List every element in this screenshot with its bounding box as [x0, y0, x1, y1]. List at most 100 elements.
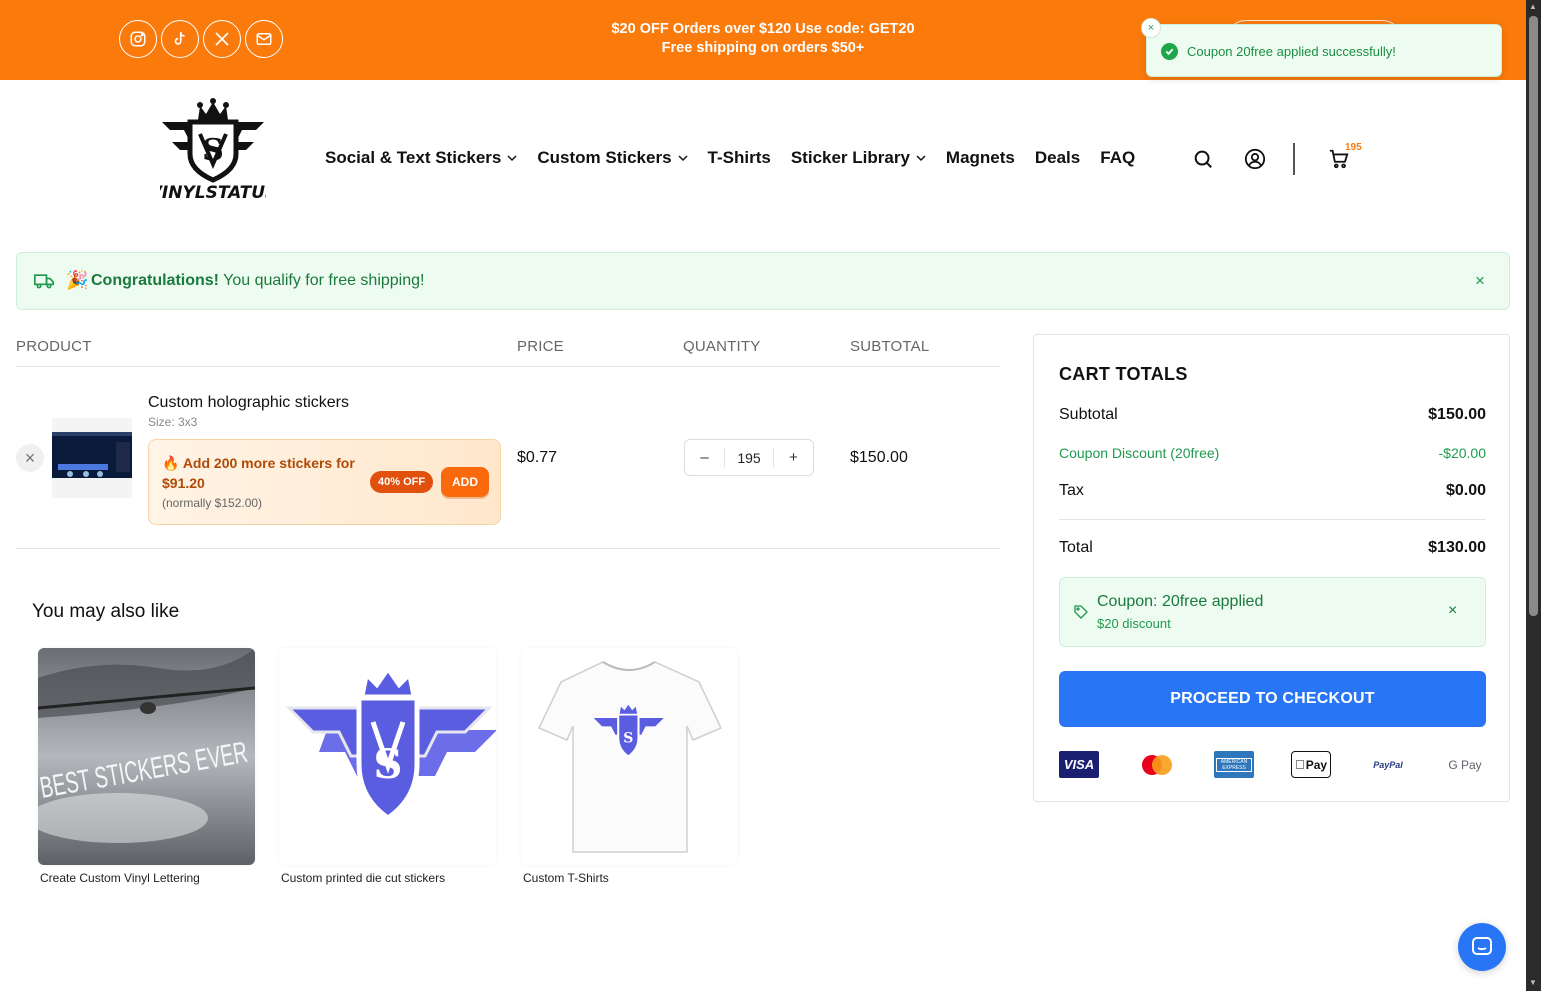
instagram-icon[interactable] — [119, 20, 157, 58]
promo-line-2: Free shipping on orders $50+ — [661, 40, 865, 56]
scroll-up-icon[interactable]: ▲ — [1529, 2, 1537, 11]
quantity-decrease-button[interactable]: – — [685, 449, 724, 466]
remove-coupon-icon[interactable]: × — [1448, 602, 1457, 620]
shipping-message-text: You qualify for free shipping! — [219, 272, 425, 289]
close-icon[interactable]: × — [1475, 271, 1485, 291]
discount-badge: 40% OFF — [370, 471, 434, 493]
main-nav: Social & Text Stickers Custom Stickers T… — [325, 148, 1155, 168]
success-toast: × Coupon 20free applied successfully! — [1141, 18, 1502, 77]
amex-icon: AMERICAN EXPRESS — [1214, 751, 1254, 778]
product-size: Size: 3x3 — [148, 415, 198, 429]
nav-label: Magnets — [945, 148, 1015, 167]
account-icon[interactable] — [1244, 148, 1266, 170]
paypal-icon: PayPal — [1368, 751, 1408, 778]
tax-row: Tax $0.00 — [1059, 482, 1486, 500]
applied-coupon: Coupon: 20free applied $20 discount × — [1059, 577, 1486, 647]
search-icon[interactable] — [1192, 148, 1214, 170]
totals-divider — [1059, 519, 1486, 520]
cart-count-badge: 195 — [1345, 142, 1362, 153]
nav-label: Sticker Library — [790, 148, 910, 167]
recommendation-card[interactable]: S — [279, 648, 496, 865]
table-divider — [16, 366, 1000, 367]
amex-text: AMERICAN EXPRESS — [1216, 757, 1252, 772]
proceed-to-checkout-button[interactable]: PROCEED TO CHECKOUT — [1059, 671, 1486, 727]
cart-totals-title: CART TOTALS — [1059, 364, 1188, 384]
upsell-title: 🔥 Add 200 more stickers for $91.20 — [162, 453, 362, 493]
shipping-message-bold: Congratulations! — [91, 272, 219, 289]
quantity-input[interactable]: 195 — [724, 447, 774, 468]
coupon-title: Coupon: 20free applied — [1097, 593, 1264, 610]
cart-totals-panel: CART TOTALS Subtotal $150.00 Coupon Disc… — [1033, 334, 1510, 802]
coupon-discount: $20 discount — [1097, 616, 1171, 631]
chat-button[interactable] — [1458, 923, 1506, 971]
applepay-text: Pay — [1300, 757, 1327, 772]
page-scrollbar[interactable]: ▲ ▼ — [1526, 0, 1541, 991]
nav-label: Social & Text Stickers — [325, 148, 502, 167]
chevron-down-icon — [507, 155, 517, 162]
tiktok-icon[interactable] — [161, 20, 199, 58]
discount-label: Coupon Discount (20free) — [1059, 445, 1220, 461]
remove-item-button[interactable]: × — [16, 444, 44, 472]
nav-t-shirts[interactable]: T-Shirts — [708, 148, 771, 168]
recommendation-label[interactable]: Custom T-Shirts — [523, 871, 609, 885]
product-thumbnail[interactable] — [52, 418, 132, 498]
header-divider — [1293, 143, 1295, 175]
scrollbar-thumb[interactable] — [1529, 16, 1538, 616]
toast-close-button[interactable]: × — [1141, 18, 1161, 38]
nav-social-text-stickers[interactable]: Social & Text Stickers — [325, 148, 517, 168]
upsell-offer: 🔥 Add 200 more stickers for $91.20 (norm… — [148, 439, 501, 525]
nav-label: FAQ — [1100, 148, 1136, 167]
nav-label: Custom Stickers — [537, 148, 672, 167]
paypal-text: PayPal — [1373, 759, 1403, 770]
subtotal-row: Subtotal $150.00 — [1059, 406, 1486, 424]
nav-label: Deals — [1034, 148, 1081, 167]
nav-custom-stickers[interactable]: Custom Stickers — [537, 148, 688, 168]
column-header-product: PRODUCT — [16, 338, 92, 355]
recommendation-card[interactable]: S — [521, 648, 738, 865]
total-label: Total — [1059, 539, 1093, 556]
upsell-add-button[interactable]: ADD — [441, 467, 489, 497]
recommendation-card[interactable]: BEST STICKERS EVER — [38, 648, 255, 865]
scroll-down-icon[interactable]: ▼ — [1529, 978, 1537, 987]
subtotal-label: Subtotal — [1059, 406, 1118, 423]
chevron-down-icon — [678, 155, 688, 162]
nav-sticker-library[interactable]: Sticker Library — [791, 148, 926, 168]
quantity-increase-button[interactable]: + — [774, 449, 813, 466]
column-header-price: PRICE — [517, 338, 564, 355]
product-name[interactable]: Custom holographic stickers — [148, 394, 349, 412]
social-links — [119, 20, 283, 58]
nav-deals[interactable]: Deals — [1035, 148, 1080, 168]
item-price: $0.77 — [517, 449, 558, 466]
tag-icon — [1074, 605, 1088, 619]
site-logo[interactable]: S VINYLSTATUS — [149, 98, 277, 203]
promo-text: $20 OFF Orders over $120 Use code: GET20… — [563, 20, 963, 58]
googlepay-icon: G Pay — [1445, 751, 1485, 778]
nav-faq[interactable]: FAQ — [1100, 148, 1135, 168]
table-divider — [16, 548, 1000, 549]
tax-value: $0.00 — [1445, 482, 1486, 499]
shipping-message: Congratulations! You qualify for free sh… — [91, 272, 424, 290]
nav-magnets[interactable]: Magnets — [946, 148, 1015, 168]
discount-value: -$20.00 — [1438, 445, 1486, 461]
chat-icon — [1472, 937, 1492, 955]
total-row: Total $130.00 — [1059, 539, 1486, 557]
recommendations-title: You may also like — [32, 601, 180, 622]
truck-icon — [34, 274, 54, 289]
recommendation-label[interactable]: Custom printed die cut stickers — [281, 871, 445, 885]
mail-icon[interactable] — [245, 20, 283, 58]
fire-icon: 🔥 — [162, 455, 180, 471]
visa-text: VISA — [1063, 757, 1095, 772]
chevron-down-icon — [916, 155, 926, 162]
mastercard-icon — [1137, 751, 1177, 778]
visa-icon: VISA — [1059, 751, 1099, 778]
item-subtotal: $150.00 — [850, 449, 908, 466]
googlepay-text: G Pay — [1448, 757, 1482, 772]
logo-wordmark: VINYLSTATUS — [160, 183, 266, 202]
toast-message: Coupon 20free applied successfully! — [1187, 44, 1396, 59]
upsell-note: (normally $152.00) — [162, 496, 263, 510]
recommendation-label[interactable]: Create Custom Vinyl Lettering — [40, 871, 200, 885]
x-icon[interactable] — [203, 20, 241, 58]
column-header-quantity: QUANTITY — [683, 338, 761, 355]
upsell-title-text: Add 200 more stickers for $91.20 — [162, 455, 355, 491]
svg-text:S: S — [623, 731, 633, 747]
